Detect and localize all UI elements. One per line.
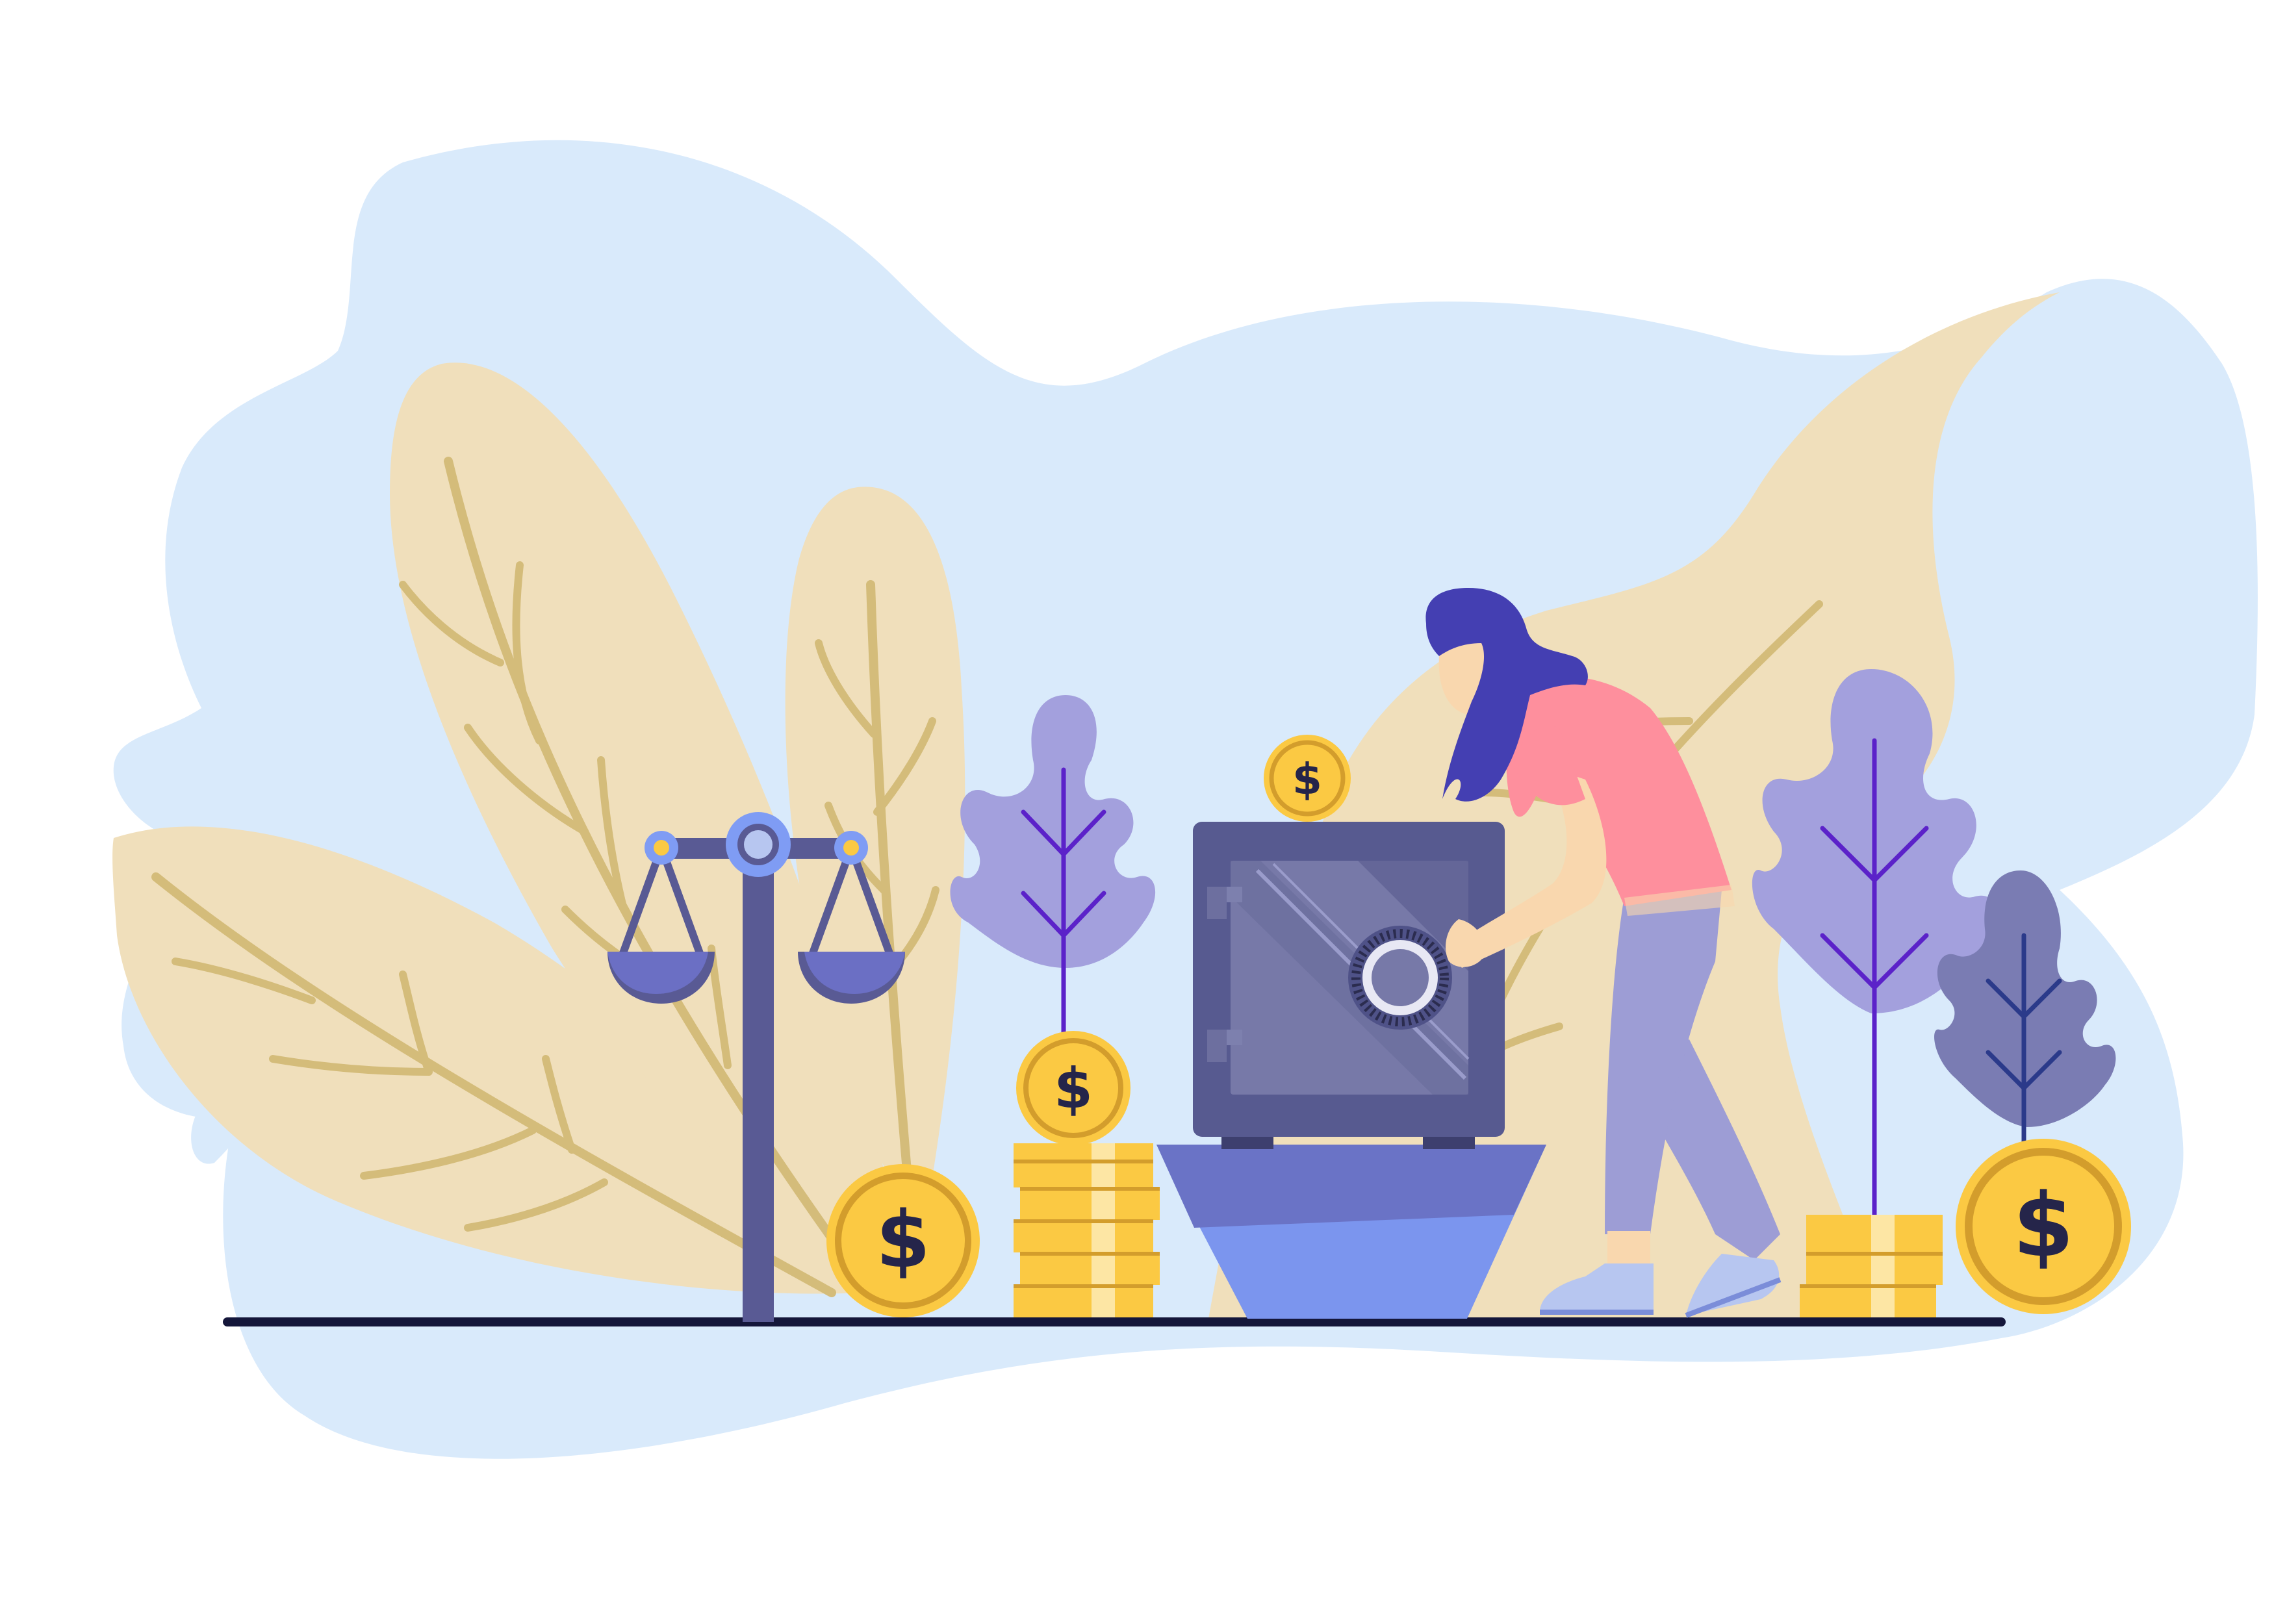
illustration-scene: $ $ $ $ bbox=[112, 140, 2258, 1459]
dollar-coin-icon: $ bbox=[826, 1164, 980, 1317]
dollar-coin-icon: $ bbox=[1264, 735, 1351, 822]
coin-symbol: $ bbox=[2013, 1174, 2074, 1276]
coin-symbol: $ bbox=[1292, 754, 1322, 804]
safe-icon bbox=[1193, 822, 1505, 1149]
coin-symbol: $ bbox=[876, 1195, 930, 1286]
coin-stack-right bbox=[1800, 1215, 1943, 1317]
coin-symbol: $ bbox=[1054, 1056, 1093, 1121]
dollar-coin-icon: $ bbox=[1016, 1031, 1131, 1145]
coin-stack-left bbox=[1014, 1143, 1160, 1317]
dollar-coin-icon: $ bbox=[1956, 1139, 2131, 1314]
